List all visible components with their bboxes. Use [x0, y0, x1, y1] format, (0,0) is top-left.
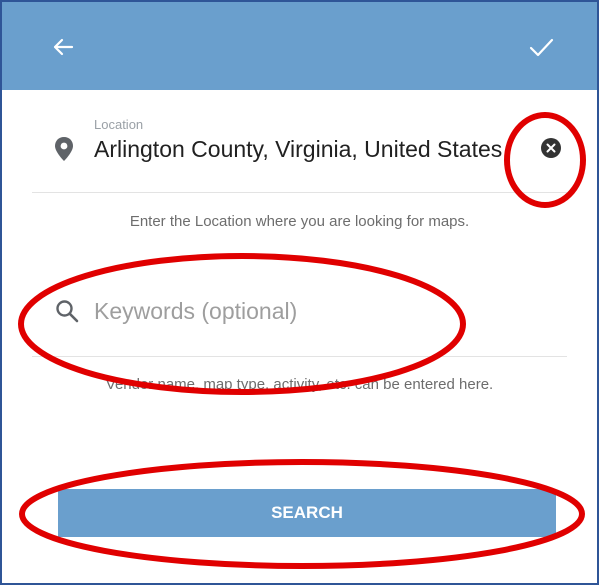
map-pin-icon — [55, 137, 73, 161]
clear-circle-icon — [546, 143, 556, 153]
back-button[interactable] — [48, 32, 78, 62]
location-divider — [32, 192, 567, 193]
location-value[interactable]: Arlington County, Virginia, United State… — [94, 136, 514, 163]
keywords-divider — [32, 356, 567, 357]
check-icon — [529, 38, 554, 57]
app-bar — [2, 2, 597, 90]
keywords-field[interactable] — [2, 270, 597, 356]
keywords-input[interactable] — [94, 295, 514, 327]
location-caption: Location — [94, 117, 144, 132]
location-field[interactable]: Location Arlington County, Virginia, Uni… — [2, 90, 597, 192]
arrow-left-icon — [53, 38, 74, 56]
confirm-button[interactable] — [526, 32, 556, 62]
location-helper-text: Enter the Location where you are looking… — [129, 213, 470, 230]
magnifier-icon — [56, 300, 79, 323]
search-button[interactable]: SEARCH — [58, 489, 556, 537]
app-screen: Location Arlington County, Virginia, Uni… — [0, 0, 599, 585]
clear-location-button[interactable] — [541, 138, 561, 158]
keywords-helper-text: Vendor name, map type, activity, etc. ca… — [105, 376, 494, 393]
